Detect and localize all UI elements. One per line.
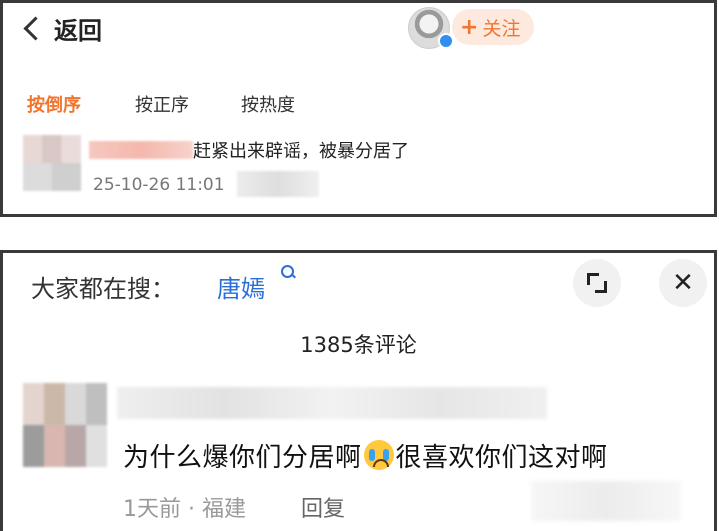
- expand-icon: [587, 273, 607, 293]
- commenter-avatar-blurred[interactable]: [23, 135, 81, 191]
- verified-badge-icon: [438, 33, 454, 49]
- comment-text-part2: 很喜欢你们这对啊: [395, 443, 608, 473]
- back-button[interactable]: 返回: [23, 11, 102, 46]
- expand-button[interactable]: [573, 259, 621, 307]
- commenter-avatar-blurred[interactable]: [23, 383, 107, 467]
- follow-button[interactable]: + 关注: [452, 9, 535, 45]
- trending-search-link[interactable]: 唐嫣: [217, 269, 265, 304]
- reply-button[interactable]: 回复: [301, 491, 345, 523]
- comment-meta-blurred: [237, 171, 319, 197]
- tab-sort-forward[interactable]: 按正序: [135, 91, 189, 117]
- back-label: 返回: [54, 17, 102, 45]
- comment-meta: 1天前 · 福建: [123, 497, 246, 522]
- comment-count: 1385条评论: [300, 333, 417, 357]
- commenter-name-blurred[interactable]: [117, 387, 547, 419]
- search-icon: [281, 265, 294, 278]
- tab-sort-reverse[interactable]: 按倒序: [27, 91, 81, 117]
- comment-panel-bottom: 大家都在搜： 唐嫣 ✕ 1385条评论 为什么爆你们分居啊 很喜欢你们这对啊 1天…: [0, 250, 717, 531]
- commenter-name-blurred[interactable]: [89, 141, 193, 159]
- crying-face-icon: [363, 440, 394, 470]
- close-button[interactable]: ✕: [659, 259, 707, 307]
- comment-text: 赶紧出来辟谣，被暴分居了: [193, 141, 409, 162]
- tab-sort-hot[interactable]: 按热度: [241, 91, 295, 117]
- plus-icon: +: [460, 14, 479, 40]
- comment-panel-top: 返回 + 关注 按倒序 按正序 按热度 赶紧出来辟谣，被暴分居了 25-10-2…: [0, 0, 717, 217]
- chevron-left-icon: [23, 16, 48, 41]
- comment-text-part1: 为什么爆你们分居啊: [123, 443, 362, 473]
- close-icon: ✕: [672, 268, 694, 298]
- follow-label: 关注: [482, 17, 521, 40]
- comment-text: 为什么爆你们分居啊 很喜欢你们这对啊: [123, 437, 608, 474]
- comment-timestamp: 25-10-26 11:01: [93, 175, 225, 195]
- trending-search-label: 大家都在搜：: [31, 275, 175, 303]
- comment-actions-blurred: [531, 481, 681, 521]
